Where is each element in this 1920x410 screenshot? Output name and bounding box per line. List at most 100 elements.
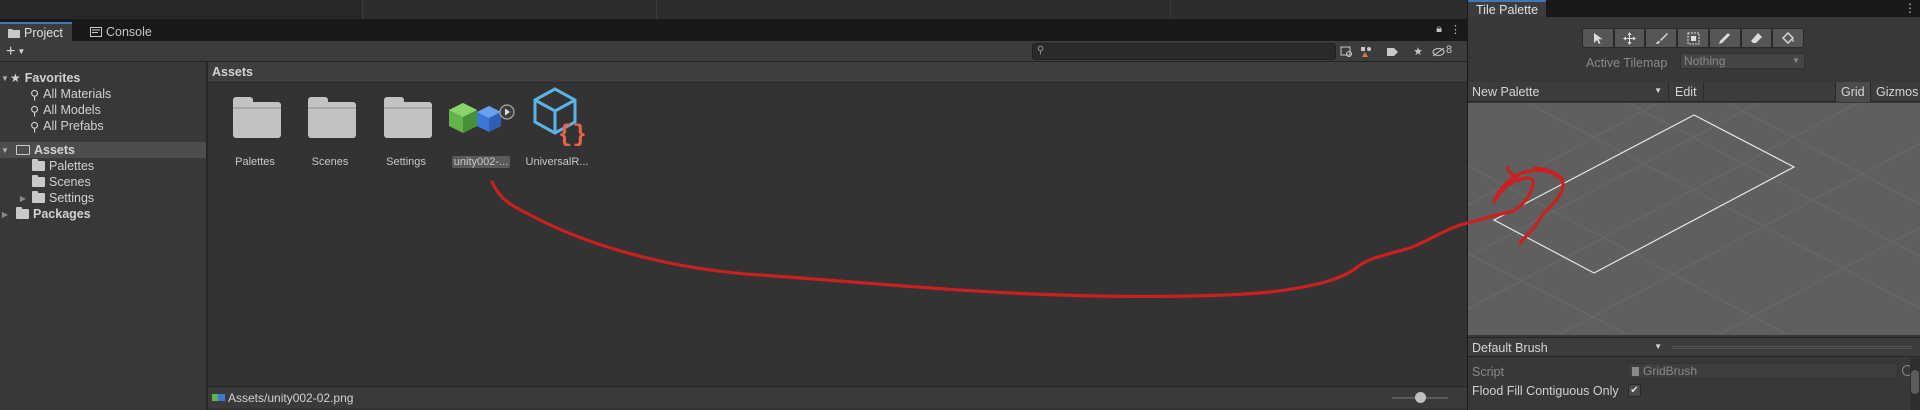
search-icon: ⚲: [30, 87, 40, 102]
active-tilemap-dropdown[interactable]: Nothing ▼: [1680, 53, 1805, 69]
asset-scenes-folder[interactable]: Scenes: [295, 88, 365, 168]
gizmos-toggle-button[interactable]: Gizmos: [1870, 82, 1920, 102]
flood-fill-label: Flood Fill Contiguous Only: [1472, 384, 1619, 398]
tile-tool-strip: [1582, 28, 1805, 48]
expand-arrow-icon[interactable]: ▼: [0, 74, 10, 83]
move-icon: [1623, 31, 1637, 45]
tree-item-label: All Models: [43, 103, 101, 117]
paint-bucket-icon: [1782, 31, 1795, 44]
isometric-grid: [1468, 103, 1920, 335]
favorite-star-icon[interactable]: ★: [1410, 44, 1426, 59]
grid-toggle-button[interactable]: Grid: [1835, 82, 1870, 102]
tree-item-all-materials[interactable]: ⚲ All Materials: [0, 86, 206, 102]
script-value: GridBrush: [1643, 364, 1698, 378]
hidden-packages-icon[interactable]: [1430, 44, 1446, 59]
folder-icon: [223, 88, 287, 148]
chevron-down-icon: ▼: [17, 47, 26, 56]
tree-item-label: Packages: [33, 207, 91, 221]
breadcrumb-assets[interactable]: Assets: [212, 65, 253, 79]
tab-project[interactable]: Project: [0, 22, 72, 41]
dropdown-value: Nothing: [1684, 54, 1726, 68]
more-menu-icon[interactable]: ⋮: [1450, 23, 1461, 36]
tree-item-packages[interactable]: ▶ Packages: [0, 206, 206, 222]
filter-by-type-icon[interactable]: [1358, 44, 1374, 59]
scrollbar-thumb[interactable]: [1911, 370, 1919, 394]
tree-item-all-models[interactable]: ⚲ All Models: [0, 102, 206, 118]
box-fill-tool-button[interactable]: [1677, 28, 1709, 48]
selected-asset-path: Assets/unity002-02.png: [212, 391, 353, 405]
flood-fill-row: Flood Fill Contiguous Only ✔: [1472, 382, 1912, 400]
lock-icon[interactable]: 🔒︎: [1436, 23, 1442, 36]
tree-item-favorites[interactable]: ▼ ★ Favorites: [0, 70, 206, 86]
icon-size-slider[interactable]: [1392, 392, 1448, 404]
svg-text:{}: {}: [558, 122, 587, 146]
flood-fill-checkbox[interactable]: ✔: [1628, 384, 1641, 397]
tree-item-label: Palettes: [49, 159, 95, 173]
search-field[interactable]: ⚲: [1032, 43, 1336, 60]
brush-dropdown[interactable]: Default Brush ▼: [1468, 338, 1668, 358]
tab-tile-palette[interactable]: Tile Palette: [1468, 0, 1547, 17]
plus-icon: +: [6, 42, 16, 60]
asset-universalr-script[interactable]: {} UniversalR...: [522, 87, 592, 168]
more-menu-icon[interactable]: ⋮: [1904, 1, 1916, 15]
tab-console-label: Console: [106, 24, 152, 39]
assets-breadcrumb: Assets: [208, 62, 1467, 83]
tree-item-palettes[interactable]: Palettes: [0, 158, 206, 174]
eyedropper-icon: [1719, 32, 1731, 44]
eraser-icon: [1750, 32, 1762, 43]
folder-icon: [32, 159, 45, 171]
palette-dropdown[interactable]: New Palette ▼: [1468, 82, 1668, 102]
palette-bar: New Palette ▼ Edit Grid Gizmos: [1468, 82, 1920, 102]
assets-pane: Assets Palettes Scenes Settings unity002…: [208, 62, 1467, 410]
brush-script-row: Script GridBrush: [1472, 363, 1913, 381]
asset-palettes-folder[interactable]: Palettes: [220, 88, 290, 168]
asset-label: Settings: [386, 156, 426, 168]
folder-icon: [32, 175, 45, 187]
pick-tool-button[interactable]: [1708, 28, 1741, 48]
search-icon: ⚲: [30, 119, 40, 134]
search-icon: ⚲: [1037, 45, 1045, 56]
resize-grip[interactable]: [1672, 346, 1912, 349]
folder-open-icon: [16, 145, 30, 155]
paint-tool-button[interactable]: [1645, 28, 1678, 48]
folder-icon: [16, 207, 29, 219]
tree-item-label: Scenes: [49, 175, 91, 189]
scene-toolbar-segment: [1170, 0, 1467, 19]
expand-arrow-icon[interactable]: ▼: [0, 146, 10, 155]
brush-bar: Default Brush ▼: [1468, 337, 1920, 357]
erase-tool-button[interactable]: [1740, 28, 1773, 48]
tree-item-all-prefabs[interactable]: ⚲ All Prefabs: [0, 118, 206, 134]
chevron-down-icon: ▼: [1654, 86, 1662, 95]
asset-settings-folder[interactable]: Settings: [371, 88, 441, 168]
scriptable-object-icon: {}: [525, 87, 589, 148]
project-tabbar: Project Console 🔒︎ ⋮: [0, 20, 1467, 41]
slider-handle[interactable]: [1414, 392, 1426, 403]
search-by-type-icon[interactable]: [1338, 44, 1354, 59]
tree-item-assets[interactable]: ▼ Assets: [0, 142, 206, 158]
collapse-arrow-icon[interactable]: ▶: [18, 194, 28, 203]
inspector-scrollbar[interactable]: [1910, 358, 1920, 410]
palette-grid-canvas[interactable]: [1468, 103, 1920, 335]
script-object-field: GridBrush: [1628, 363, 1898, 379]
folder-icon: [8, 28, 20, 38]
tab-console[interactable]: Console: [82, 22, 162, 41]
search-input[interactable]: [1049, 45, 1329, 58]
move-tool-button[interactable]: [1613, 28, 1646, 48]
tree-item-settings[interactable]: ▶ Settings: [0, 190, 206, 206]
tile-palette-tabbar: Tile Palette ⋮: [1468, 0, 1920, 17]
path-text: Assets/unity002-02.png: [228, 391, 354, 405]
tree-item-scenes[interactable]: Scenes: [0, 174, 206, 190]
fill-tool-button[interactable]: [1772, 28, 1805, 48]
collapse-arrow-icon[interactable]: ▶: [0, 210, 10, 219]
create-button[interactable]: + ▼: [6, 43, 25, 60]
edit-palette-button[interactable]: Edit: [1668, 82, 1704, 102]
tree-item-label: Assets: [34, 143, 75, 157]
folder-icon: [32, 191, 45, 203]
tree-item-label: All Prefabs: [43, 119, 104, 133]
filter-by-label-icon[interactable]: [1384, 44, 1400, 59]
chevron-down-icon: ▼: [1654, 342, 1662, 351]
scene-toolbar-segment: [656, 0, 1170, 19]
select-tool-button[interactable]: [1582, 28, 1614, 48]
asset-unity002-image[interactable]: unity002-...: [446, 88, 516, 168]
hidden-count: 8: [1446, 44, 1453, 56]
